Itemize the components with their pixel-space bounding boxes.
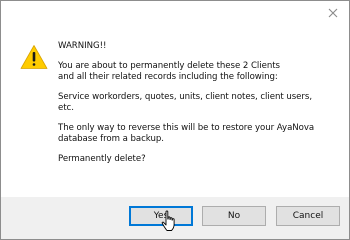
yes-button[interactable]: Yes xyxy=(129,206,193,226)
warning-description: You are about to permanently delete thes… xyxy=(58,61,280,82)
no-button[interactable]: No xyxy=(202,206,266,226)
close-icon[interactable] xyxy=(326,6,340,20)
restore-note: The only way to reverse this will be to … xyxy=(58,123,315,144)
delete-confirmation-dialog: WARNING!! You are about to permanently d… xyxy=(0,0,350,240)
button-bar: Yes No Cancel xyxy=(1,197,349,239)
message-body: WARNING!! You are about to permanently d… xyxy=(58,41,346,174)
warning-heading: WARNING!! xyxy=(58,41,107,51)
warning-icon xyxy=(20,45,48,69)
close-icon-glyph xyxy=(328,8,338,18)
affected-records-list: Service workorders, quotes, units, clien… xyxy=(58,92,313,113)
cancel-button[interactable]: Cancel xyxy=(276,206,340,226)
confirmation-question: Permanently delete? xyxy=(58,154,146,164)
